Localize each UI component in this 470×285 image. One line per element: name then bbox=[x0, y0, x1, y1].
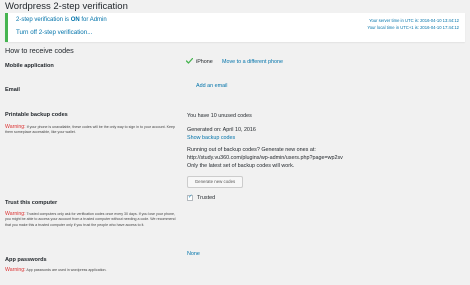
app-warning-text: App passwords are used in wordpress appl… bbox=[26, 268, 107, 272]
mobile-label: Mobile application bbox=[5, 63, 54, 69]
status-suffix: for Admin bbox=[79, 17, 107, 23]
status-prefix: 2-step verification is bbox=[16, 17, 71, 23]
backup-url: http://study.vu360.com/plugins/wp-admin/… bbox=[187, 155, 343, 161]
trusted-label: Trusted bbox=[197, 195, 216, 201]
check-icon bbox=[186, 58, 193, 64]
app-warning-label: Warning: bbox=[5, 267, 26, 273]
turn-off-link[interactable]: Turn off 2-step verification... bbox=[16, 29, 92, 36]
generate-codes-button[interactable]: Generate new codes bbox=[187, 176, 243, 188]
status-state: ON bbox=[70, 17, 80, 23]
page-title: Wordpress 2-step verification bbox=[5, 1, 128, 12]
generated-on: Generated on: April 10, 2016 bbox=[187, 127, 256, 133]
running-out-text: Running out of backup codes? Generate ne… bbox=[187, 147, 316, 153]
email-label: Email bbox=[5, 87, 20, 93]
local-time: Your local time in UTC+1 is: 2016-04-10 … bbox=[367, 25, 459, 30]
app-passwords-warning: Warning: App passwords are used in wordp… bbox=[5, 267, 205, 273]
move-phone-link[interactable]: Move to a different phone bbox=[222, 59, 283, 65]
trust-warning-text: Trusted computers only ask for verificat… bbox=[5, 212, 176, 227]
server-time: Your server time in UTC is: 2016-04-10 1… bbox=[369, 18, 459, 23]
backup-label: Printable backup codes bbox=[5, 112, 68, 118]
backup-warning: Warning: If your phone is unavailable, t… bbox=[5, 124, 180, 136]
backup-warning-text: If your phone is unavailable, these code… bbox=[5, 125, 176, 135]
trusted-checkbox[interactable]: ✓ bbox=[187, 194, 193, 201]
section-title: How to receive codes bbox=[5, 46, 74, 55]
show-backup-codes-link[interactable]: Show backup codes bbox=[187, 135, 235, 141]
add-email-link[interactable]: Add an email bbox=[196, 83, 227, 89]
trust-warning-label: Warning: bbox=[5, 211, 26, 217]
app-passwords-value[interactable]: None bbox=[187, 251, 200, 257]
status-notice: 2-step verification is ON for Admin Turn… bbox=[5, 13, 465, 42]
only-latest-text: Only the latest set of backup codes will… bbox=[187, 163, 295, 169]
unused-codes: You have 10 unused codes bbox=[187, 113, 252, 119]
trust-warning: Warning: Trusted computers only ask for … bbox=[5, 211, 180, 228]
checkbox-check-icon: ✓ bbox=[188, 194, 193, 200]
status-message: 2-step verification is ON for Admin bbox=[16, 17, 107, 23]
trust-label: Trust this computer bbox=[5, 200, 58, 206]
backup-warning-label: Warning: bbox=[5, 124, 26, 130]
app-passwords-label: App passwords bbox=[5, 257, 47, 263]
device-name: iPhone bbox=[196, 59, 213, 65]
